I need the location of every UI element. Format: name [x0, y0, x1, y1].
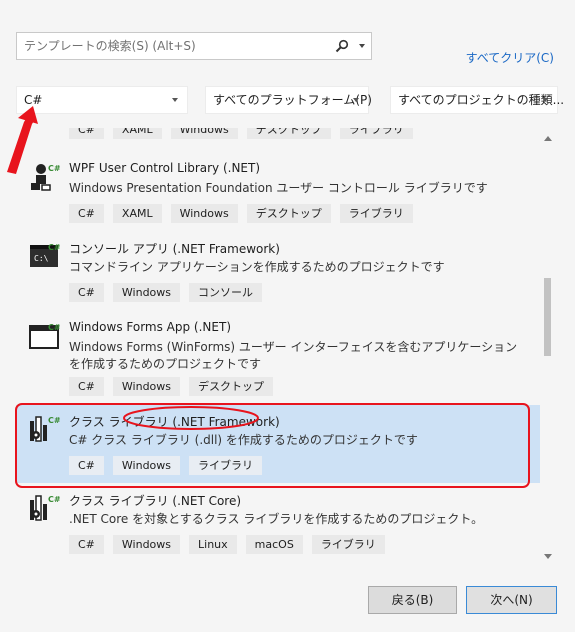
tag: C# — [69, 283, 104, 302]
platform-filter[interactable]: すべてのプラットフォーム(P) — [205, 86, 372, 114]
tag: Windows — [112, 377, 181, 396]
tag: デスクトップ — [189, 377, 274, 396]
tag: C# — [69, 204, 104, 223]
template-search-box[interactable] — [16, 32, 372, 60]
language-filter[interactable]: C# — [16, 86, 188, 114]
clear-all-link[interactable]: すべてクリア(C) — [466, 49, 554, 66]
template-name: クラス ライブラリ (.NET Framework) — [69, 415, 280, 429]
tag: C# — [69, 377, 104, 396]
tag: C# — [69, 456, 104, 475]
tag: Windows — [170, 204, 238, 223]
template-list[interactable]: C# XAML Windows デスクトップ ライブラリ C# WPF User… — [16, 128, 556, 566]
template-name: WPF User Control Library (.NET) — [69, 161, 261, 175]
list-scrollbar[interactable] — [540, 128, 556, 566]
svg-text:C#: C# — [48, 164, 60, 173]
tag: デスクトップ — [246, 204, 331, 223]
svg-text:C#: C# — [48, 416, 60, 425]
tag: Windows — [112, 283, 181, 302]
template-name: コンソール アプリ (.NET Framework) — [69, 242, 280, 256]
tag: Windows — [112, 535, 181, 554]
back-button[interactable]: 戻る(B) — [368, 586, 457, 614]
tag: ライブラリ — [311, 535, 385, 554]
tag: ライブラリ — [339, 204, 413, 223]
console-icon: C:\ C# — [30, 243, 60, 267]
tag: ライブラリ — [189, 456, 263, 475]
class-library-icon: C# — [30, 495, 60, 521]
tag: ライブラリ — [339, 128, 413, 139]
tag: XAML — [112, 204, 162, 223]
language-filter-value: C# — [24, 93, 43, 107]
tag: C# — [69, 535, 104, 554]
svg-text:C#: C# — [48, 495, 60, 504]
svg-text:C#: C# — [48, 243, 60, 252]
template-search-input[interactable] — [17, 33, 339, 59]
tag: Linux — [189, 535, 237, 554]
search-dropdown-icon[interactable] — [359, 44, 365, 48]
template-name: クラス ライブラリ (.NET Core) — [69, 494, 242, 508]
tag: Windows — [170, 128, 238, 139]
tag: macOS — [245, 535, 303, 554]
scrollbar-thumb[interactable] — [544, 278, 551, 356]
template-description: Windows Presentation Foundation ユーザー コント… — [69, 181, 488, 195]
tag: C# — [69, 128, 104, 139]
scroll-down-icon[interactable] — [544, 554, 552, 559]
template-item-wpf-user-control-library[interactable]: C# WPF User Control Library (.NET) Windo… — [16, 161, 540, 231]
project-type-filter-value: すべてのプロジェクトの種類... — [398, 93, 565, 107]
tag: XAML — [112, 128, 162, 139]
template-description: Windows Forms (WinForms) ユーザー インターフェイスを含… — [69, 340, 518, 371]
template-description: .NET Core を対象とするクラス ライブラリを作成するためのプロジェクト。 — [69, 512, 484, 526]
template-item-class-library-net-core[interactable]: C# クラス ライブラリ (.NET Core) .NET Core を対象とす… — [16, 492, 540, 562]
template-description: C# クラス ライブラリ (.dll) を作成するためのプロジェクトです — [69, 433, 418, 447]
class-library-icon: C# — [30, 416, 60, 442]
chevron-down-icon — [542, 98, 548, 102]
tag: デスクトップ — [246, 128, 331, 139]
template-item-class-library-net-framework[interactable]: C# クラス ライブラリ (.NET Framework) C# クラス ライブ… — [16, 413, 540, 483]
template-item-console-app[interactable]: C:\ C# コンソール アプリ (.NET Framework) コマンドライ… — [16, 240, 540, 312]
project-type-filter[interactable]: すべてのプロジェクトの種類... — [390, 86, 564, 114]
platform-filter-value: すべてのプラットフォーム(P) — [213, 93, 372, 107]
wpf-library-icon: C# — [31, 164, 60, 191]
search-icon[interactable] — [335, 39, 349, 53]
template-item-partial[interactable]: C# XAML Windows デスクトップ ライブラリ — [16, 128, 540, 140]
template-description: コマンドライン アプリケーションを作成するためのプロジェクトです — [69, 260, 445, 274]
svg-text:C:\: C:\ — [34, 254, 49, 263]
tag: コンソール — [189, 283, 263, 302]
svg-text:C#: C# — [48, 323, 60, 332]
scroll-up-icon[interactable] — [544, 136, 552, 141]
template-name: Windows Forms App (.NET) — [69, 320, 231, 334]
chevron-down-icon — [353, 98, 359, 102]
chevron-down-icon — [172, 98, 178, 102]
window-icon: C# — [29, 323, 60, 349]
next-button[interactable]: 次へ(N) — [466, 586, 557, 614]
tag: Windows — [112, 456, 181, 475]
template-item-windows-forms-app[interactable]: C# Windows Forms App (.NET) Windows Form… — [16, 320, 540, 400]
